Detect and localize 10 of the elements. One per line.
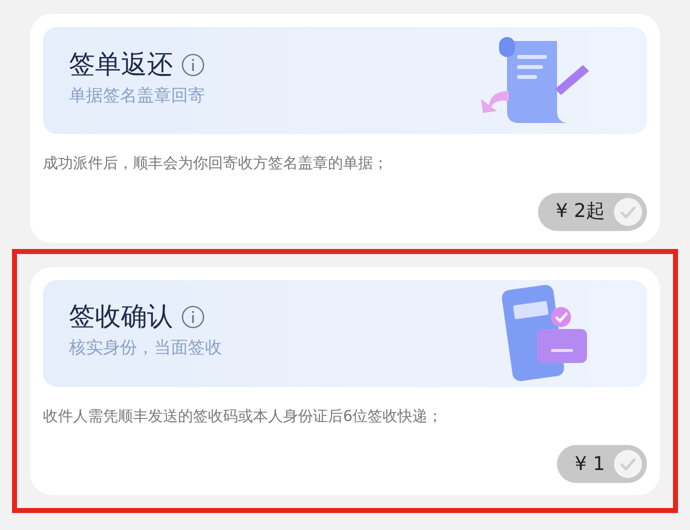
service-title: 签收确认: [69, 304, 173, 330]
info-icon[interactable]: [181, 52, 205, 77]
info-icon[interactable]: [181, 305, 205, 330]
service-subtitle: 单据签名盖章回寄: [69, 84, 205, 108]
service-description: 成功派件后，顺丰会为你回寄收方签名盖章的单据；: [43, 153, 389, 174]
price-toggle[interactable]: ¥ 1: [556, 445, 647, 483]
price-toggle[interactable]: ¥ 2起: [538, 192, 647, 230]
service-title: 签单返还: [69, 52, 173, 78]
service-description: 收件人需凭顺丰发送的签收码或本人身份证后6位签收快递；: [43, 406, 444, 426]
service-subtitle: 核实身份，当面签收: [69, 337, 222, 360]
